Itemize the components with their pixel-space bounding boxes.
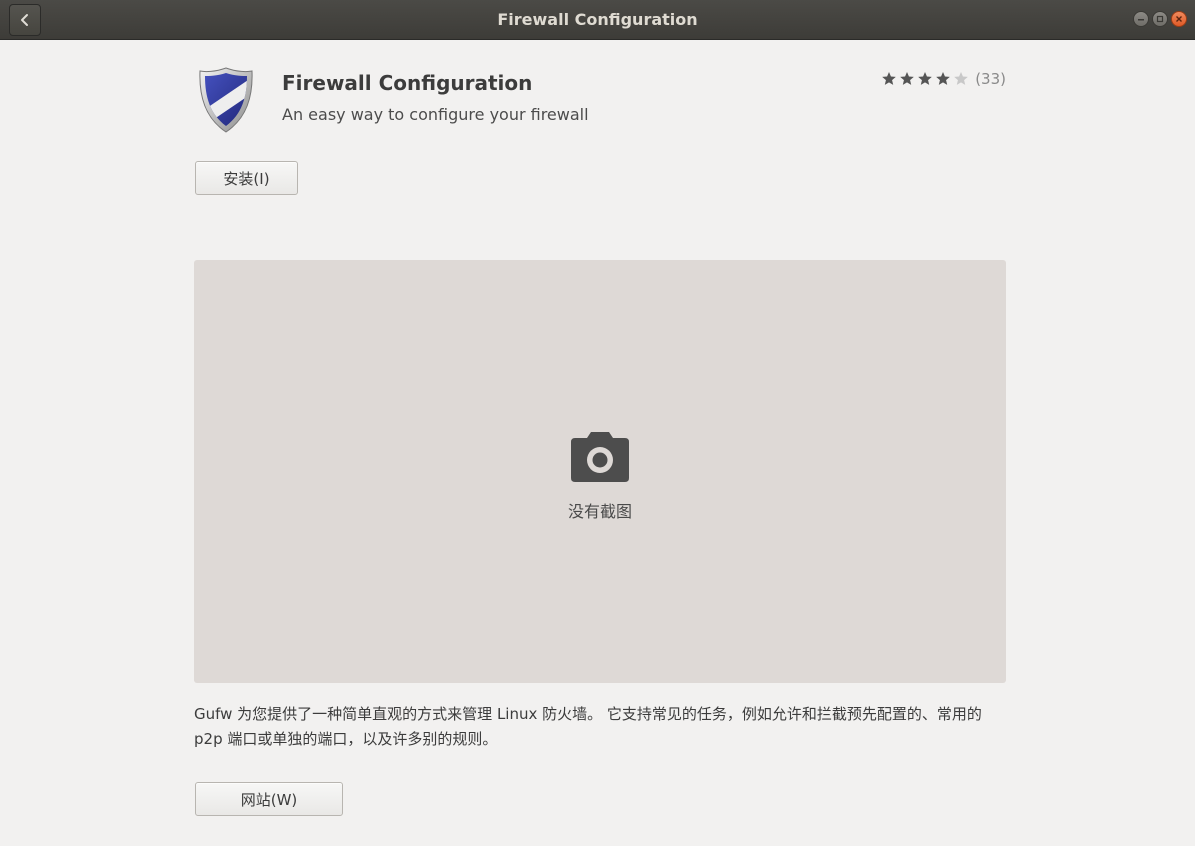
app-title: Firewall Configuration: [282, 71, 533, 95]
app-window: Firewall Configuration Firewall Configur…: [0, 0, 1195, 846]
maximize-button[interactable]: [1152, 11, 1168, 27]
shield-icon: [199, 67, 253, 133]
app-summary: An easy way to configure your firewall: [282, 105, 589, 124]
no-screenshot-label: 没有截图: [567, 502, 632, 521]
star-filled-icon: [882, 72, 897, 85]
website-button[interactable]: 网站(W): [195, 782, 343, 816]
star-empty-icon: [954, 72, 969, 85]
install-button[interactable]: 安装(I): [195, 161, 298, 195]
camera-icon: [571, 432, 629, 482]
star-filled-icon: [936, 72, 951, 85]
window-title: Firewall Configuration: [497, 10, 698, 29]
close-button[interactable]: [1171, 11, 1187, 27]
star-filled-icon: [918, 72, 933, 85]
rating-stars: [881, 71, 969, 87]
star-rating[interactable]: (33): [881, 70, 1006, 88]
minimize-button[interactable]: [1133, 11, 1149, 27]
app-description: Gufw 为您提供了一种简单直观的方式来管理 Linux 防火墙。 它支持常见的…: [194, 705, 982, 748]
maximize-icon: [1156, 15, 1164, 23]
star-filled-icon: [900, 72, 915, 85]
title-bar: Firewall Configuration: [0, 0, 1195, 40]
minimize-icon: [1138, 19, 1144, 21]
screenshot-placeholder: 没有截图: [194, 260, 1006, 683]
review-count: (33): [975, 70, 1006, 88]
close-icon: [1176, 16, 1182, 22]
window-controls: [1133, 11, 1187, 27]
